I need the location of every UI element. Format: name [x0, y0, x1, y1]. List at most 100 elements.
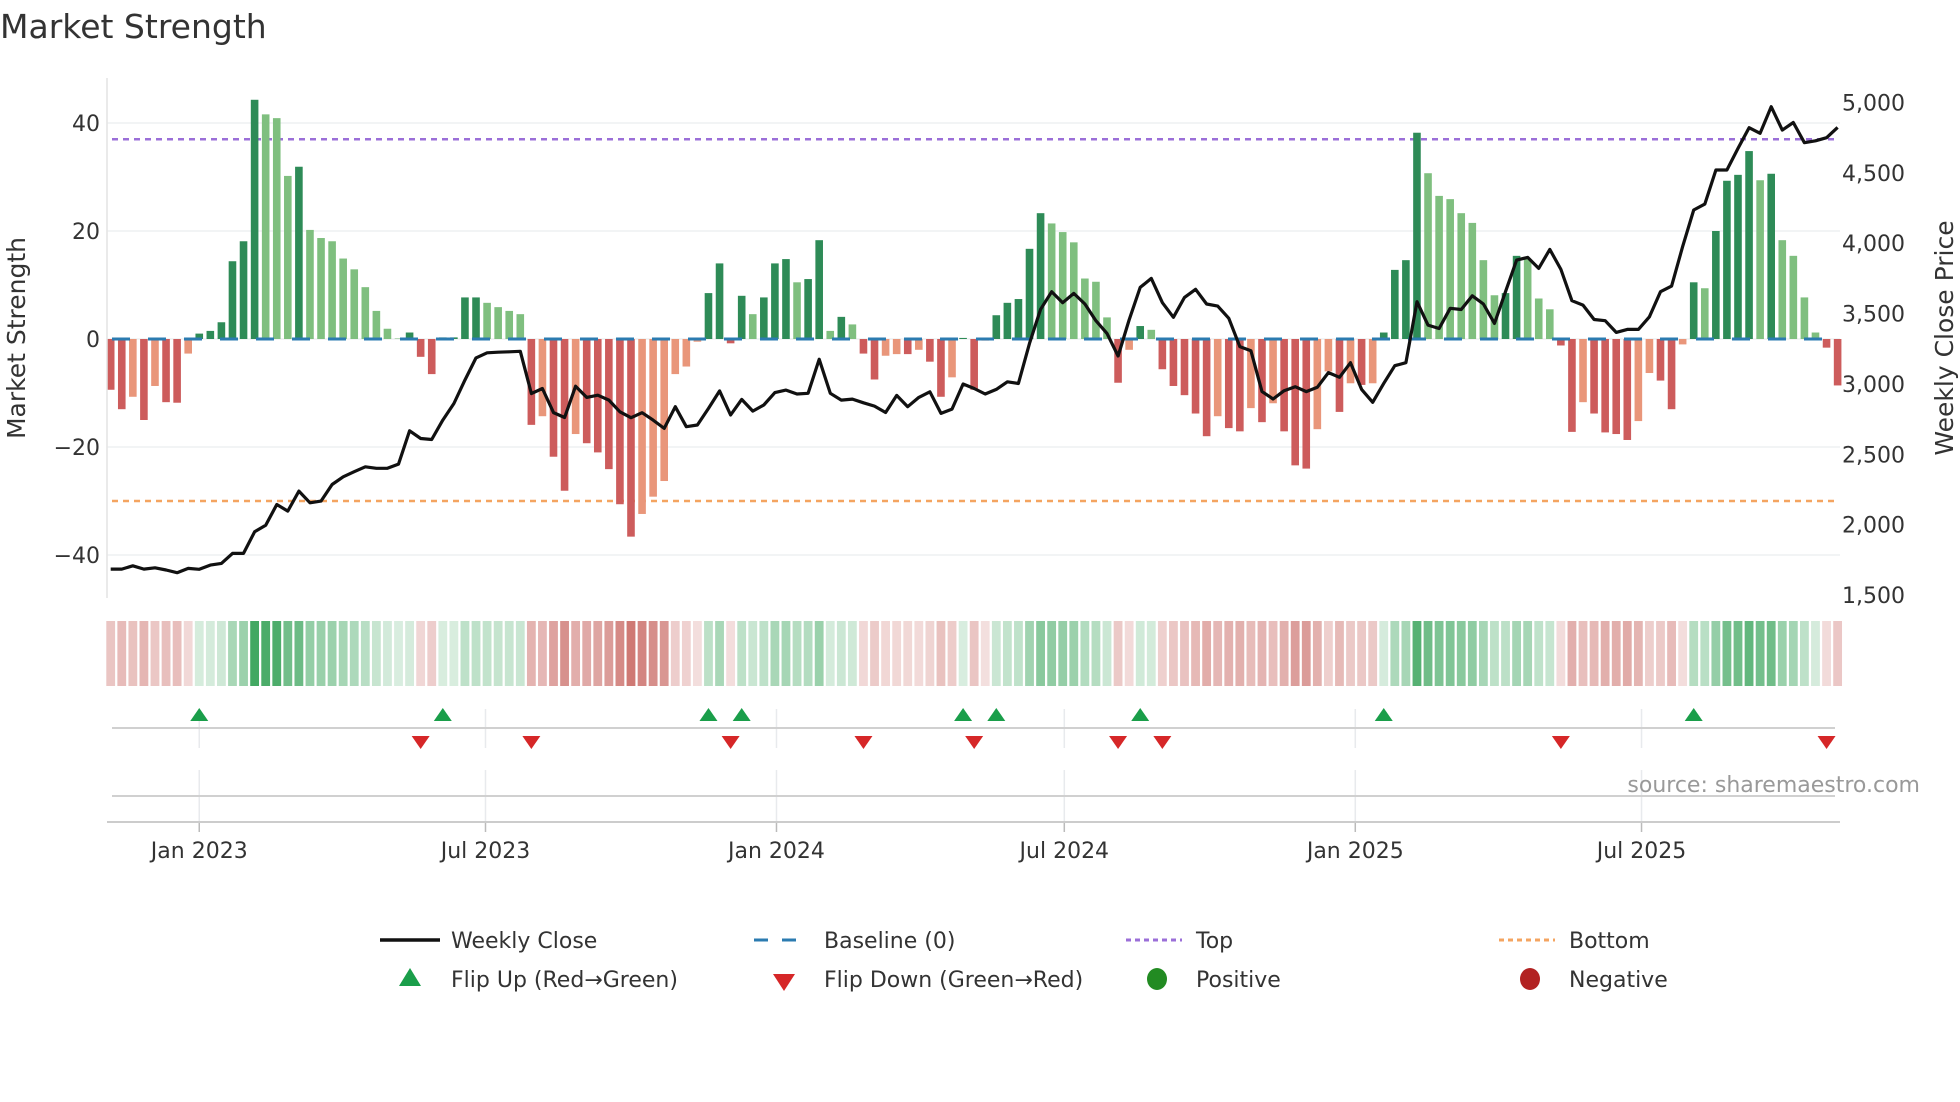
y2-tick-label: 1,500 [1842, 584, 1905, 609]
heatmap-cell [759, 621, 769, 686]
heatmap-cell [1822, 621, 1831, 686]
heatmap-cell [925, 621, 935, 686]
strength-bar-negative [1568, 339, 1576, 432]
strength-bar-negative [173, 339, 181, 403]
flip-up-marker [1374, 708, 1393, 721]
heatmap-cell [1645, 621, 1654, 686]
strength-bar-positive [959, 337, 967, 339]
flip-up-marker [987, 708, 1006, 721]
strength-bar-negative [162, 339, 170, 403]
strength-bar-positive [1014, 299, 1023, 339]
y2-tick-label: 4,000 [1842, 232, 1905, 257]
heatmap-cell [1434, 621, 1444, 686]
heatmap-cell [1811, 621, 1820, 686]
strength-bar-negative [1667, 339, 1676, 410]
heatmap-cell [1478, 621, 1488, 686]
flip-up-marker [732, 708, 751, 721]
y2-tick-label: 3,000 [1842, 373, 1905, 398]
strength-bar-positive [1723, 180, 1731, 339]
strength-bar-positive [483, 302, 491, 339]
heatmap-cell [1058, 621, 1068, 686]
strength-bar-negative [416, 339, 425, 357]
strength-bar-positive [516, 314, 525, 339]
strength-bar-negative [1623, 339, 1632, 440]
strength-bar-positive [1047, 223, 1056, 339]
heatmap-cell [383, 621, 392, 686]
flip-down-marker [854, 736, 873, 749]
strength-bar-negative [870, 339, 879, 380]
heatmap-cell [582, 621, 592, 686]
heatmap-cell [1025, 621, 1034, 686]
strength-bar-negative [627, 339, 635, 537]
x-tick-label: Jan 2023 [149, 839, 248, 864]
strength-bar-positive [815, 240, 823, 339]
strength-bar-negative [582, 339, 591, 444]
strength-bar-positive [261, 114, 270, 339]
strength-bar-positive [1136, 326, 1145, 339]
strength-bar-negative [671, 339, 680, 375]
strength-bar-negative [881, 339, 890, 356]
strength-bar-positive [1424, 173, 1432, 339]
heatmap-cell [1047, 621, 1057, 686]
strength-bar-positive [339, 258, 347, 339]
legend-flip-down: Flip Down (Green→Red) [824, 968, 1083, 993]
heatmap-cell [936, 621, 946, 686]
heatmap-cell [1678, 621, 1688, 686]
strength-bar-positive [704, 293, 713, 339]
heatmap-cell [1423, 621, 1433, 686]
heatmap-cell [748, 621, 758, 686]
heatmap-cell [659, 621, 669, 686]
y-tick-label: 0 [86, 328, 100, 353]
strength-bar-positive [782, 259, 790, 339]
strength-bar-positive [383, 328, 392, 339]
heatmap-cell [870, 621, 879, 686]
heatmap-cell [493, 621, 503, 686]
strength-bar-negative [184, 339, 192, 354]
strength-bar-positive [284, 175, 292, 339]
ylabel-left: Market Strength [2, 237, 31, 439]
strength-bar-negative [1324, 339, 1333, 372]
heatmap-cell [648, 621, 658, 686]
heatmap-cell [1157, 621, 1167, 686]
legend-positive: Positive [1196, 968, 1281, 993]
heatmap-cell [1235, 621, 1245, 686]
flip-down-marker [721, 736, 740, 749]
heatmap-cell [194, 621, 204, 686]
flip-up-marker [1131, 708, 1150, 721]
heatmap-cell [515, 621, 525, 686]
flip-up-marker [954, 708, 973, 721]
heatmap-cell [1777, 621, 1787, 686]
heatmap-cell [1578, 621, 1588, 686]
strength-bar-positive [1092, 281, 1100, 339]
strength-bar-negative [915, 339, 923, 350]
strength-bar-positive [1700, 288, 1709, 339]
heatmap-cell [427, 621, 437, 686]
strength-bar-negative [1213, 339, 1222, 417]
market-strength-chart: Market Strength 40 20 0 −20 −40 5,000 4,500 4,0… [0, 7, 1959, 993]
strength-bar-negative [1612, 339, 1621, 435]
heatmap-cell [139, 621, 149, 686]
heatmap-cell [1567, 621, 1577, 686]
heatmap-cell [1069, 621, 1079, 686]
strength-bar-positive [1712, 231, 1720, 339]
strength-bar-negative [1678, 339, 1687, 345]
y2-tick-label: 4,500 [1842, 162, 1905, 187]
heatmap-cell [405, 621, 414, 686]
heatmap-cell [294, 621, 304, 686]
x-tick-label: Jan 2024 [726, 839, 825, 864]
heatmap-cell [1523, 621, 1533, 686]
strength-bar-negative [1236, 339, 1244, 432]
strength-bar-positive [372, 310, 381, 339]
heatmap-cell [1301, 621, 1311, 686]
heatmap-cell [482, 621, 492, 686]
strength-bar-positive [306, 229, 314, 339]
strength-bar-negative [892, 339, 901, 355]
heatmap-cell [1091, 621, 1101, 686]
heatmap-cell [349, 621, 359, 686]
strength-bar-negative [1180, 339, 1189, 396]
legend-bottom: Bottom [1569, 929, 1650, 954]
legend-top: Top [1195, 929, 1233, 954]
heatmap-cell [1401, 621, 1411, 686]
heatmap-cell [172, 621, 182, 686]
heatmap-cell [283, 621, 293, 686]
